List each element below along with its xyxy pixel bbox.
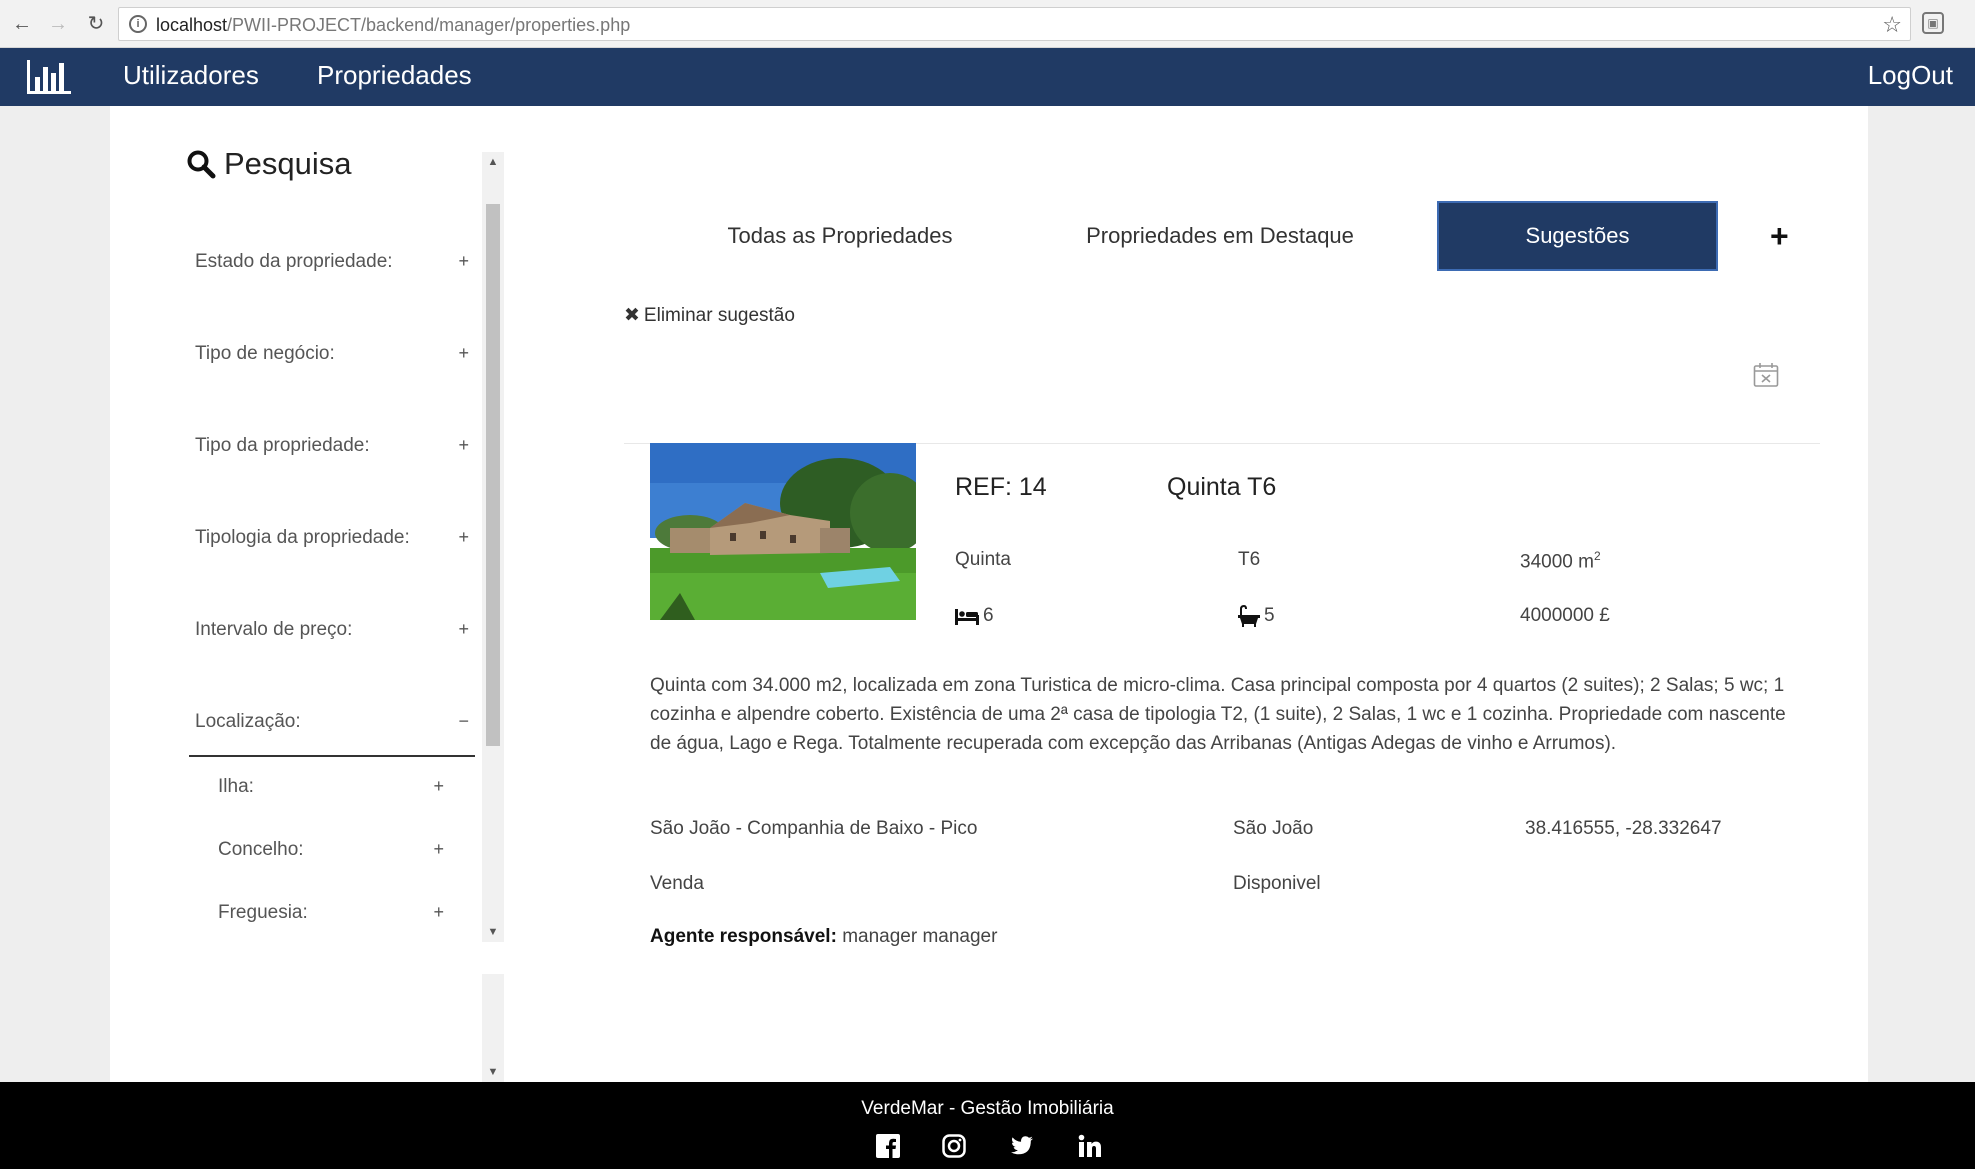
- delete-suggestion-label: Eliminar sugestão: [643, 305, 795, 326]
- property-address: São João - Companhia de Baixo - Pico: [650, 818, 978, 839]
- property-photo[interactable]: [650, 443, 916, 620]
- filter-location[interactable]: Localização: −: [189, 711, 475, 757]
- twitter-icon[interactable]: [1010, 1134, 1034, 1158]
- tab-suggestions[interactable]: Sugestões: [1437, 201, 1718, 271]
- footer: VerdeMar - Gestão Imobiliária: [0, 1082, 1975, 1169]
- filter-label: Tipo de negócio:: [195, 343, 335, 364]
- bookmark-star-icon[interactable]: ☆: [1882, 12, 1902, 38]
- property-ref: REF: 14: [955, 473, 1047, 501]
- area-unit-sup: 2: [1593, 549, 1601, 563]
- bathrooms-value: 5: [1264, 605, 1275, 627]
- subfilter-label: Concelho:: [218, 839, 304, 860]
- expand-icon[interactable]: +: [433, 776, 444, 797]
- main-navbar: Utilizadores Propriedades LogOut: [0, 48, 1975, 106]
- property-parish: São João: [1233, 818, 1314, 839]
- add-icon[interactable]: +: [1770, 218, 1789, 255]
- filter-label: Tipo da propriedade:: [195, 435, 370, 456]
- bed-icon: [955, 608, 979, 625]
- property-coordinates: 38.416555, -28.332647: [1525, 818, 1722, 839]
- search-title-text: Pesquisa: [224, 146, 352, 181]
- search-icon: [187, 150, 216, 179]
- search-heading: Pesquisa: [186, 146, 352, 182]
- linkedin-icon[interactable]: [1078, 1134, 1102, 1158]
- property-typology: T6: [1238, 549, 1261, 570]
- extension-icon[interactable]: ▣: [1922, 12, 1944, 34]
- property-description: Quinta com 34.000 m2, localizada em zona…: [650, 675, 1786, 754]
- bathrooms-count: 5: [1238, 604, 1275, 627]
- filter-property-type[interactable]: Tipo da propriedade: +: [195, 435, 475, 465]
- property-title: Quinta T6: [1167, 473, 1277, 501]
- facebook-icon[interactable]: [876, 1134, 900, 1158]
- scroll-up-icon[interactable]: ▲: [482, 156, 504, 168]
- bedrooms-value: 6: [983, 605, 994, 626]
- collapse-icon[interactable]: −: [458, 711, 469, 732]
- expand-icon[interactable]: +: [458, 343, 469, 364]
- agent-label: Agente responsável:: [650, 926, 837, 947]
- subfilter-parish[interactable]: Freguesia: +: [218, 902, 450, 924]
- filter-business-type[interactable]: Tipo de negócio: +: [195, 343, 475, 373]
- forward-icon[interactable]: →: [46, 12, 70, 36]
- logout-link[interactable]: LogOut: [1868, 60, 1953, 91]
- filter-label: Estado da propriedade:: [195, 251, 393, 272]
- area-value: 34000 m: [1520, 551, 1594, 573]
- expand-icon[interactable]: +: [458, 619, 469, 640]
- info-icon[interactable]: i: [129, 15, 147, 33]
- footer-text: VerdeMar - Gestão Imobiliária: [861, 1098, 1114, 1119]
- calendar-remove-icon[interactable]: [1753, 362, 1779, 388]
- back-icon[interactable]: ←: [10, 12, 34, 36]
- expand-icon[interactable]: +: [458, 527, 469, 548]
- scroll-down-icon[interactable]: ▼: [482, 1066, 504, 1078]
- reload-icon[interactable]: ↻: [84, 12, 108, 36]
- property-status: Disponivel: [1233, 873, 1321, 894]
- nav-properties[interactable]: Propriedades: [317, 60, 472, 91]
- delete-suggestion-link[interactable]: ✖ Eliminar sugestão: [624, 304, 795, 327]
- filter-label: Localização:: [195, 711, 301, 732]
- sidebar-scrollbar[interactable]: ▲ ▼: [482, 152, 504, 942]
- subfilter-island[interactable]: Ilha: +: [218, 776, 450, 798]
- address-bar[interactable]: i localhost/PWII-PROJECT/backend/manager…: [118, 7, 1911, 41]
- scrollbar-thumb[interactable]: [486, 204, 500, 746]
- tab-featured-properties[interactable]: Propriedades em Destaque: [1050, 201, 1390, 271]
- tab-all-properties[interactable]: Todas as Propriedades: [690, 201, 990, 271]
- expand-icon[interactable]: +: [458, 435, 469, 456]
- bar-chart-icon[interactable]: [26, 59, 72, 95]
- browser-toolbar: ← → ↻ i localhost/PWII-PROJECT/backend/m…: [0, 0, 1975, 48]
- close-icon: ✖: [624, 305, 640, 326]
- agent-name: manager manager: [842, 926, 998, 947]
- bathtub-icon: [1238, 604, 1260, 627]
- bedrooms-count: 6: [955, 605, 994, 627]
- main-panel: Pesquisa Estado da propriedade: + Tipo d…: [110, 106, 1868, 1082]
- url-text: localhost/PWII-PROJECT/backend/manager/p…: [156, 15, 631, 35]
- scroll-down-icon[interactable]: ▼: [482, 926, 504, 938]
- expand-icon[interactable]: +: [458, 251, 469, 272]
- property-area: 34000 m2: [1520, 549, 1601, 573]
- expand-icon[interactable]: +: [433, 902, 444, 923]
- expand-icon[interactable]: +: [433, 839, 444, 860]
- subfilter-label: Ilha:: [218, 776, 254, 797]
- subfilter-label: Freguesia:: [218, 902, 308, 923]
- filter-price-range[interactable]: Intervalo de preço: +: [195, 619, 475, 649]
- filter-label: Tipologia da propriedade:: [195, 527, 410, 548]
- filter-property-state[interactable]: Estado da propriedade: +: [195, 251, 475, 281]
- subfilter-municipality[interactable]: Concelho: +: [218, 839, 450, 861]
- property-deal-type: Venda: [650, 873, 704, 894]
- nav-users[interactable]: Utilizadores: [123, 60, 259, 91]
- property-price: 4000000 £: [1520, 605, 1610, 626]
- property-type: Quinta: [955, 549, 1011, 570]
- agent-info: Agente responsável: manager manager: [650, 926, 997, 948]
- page-scrollbar[interactable]: ▼: [482, 974, 504, 1082]
- filter-label: Intervalo de preço:: [195, 619, 353, 640]
- instagram-icon[interactable]: [942, 1134, 966, 1158]
- filter-typology[interactable]: Tipologia da propriedade: +: [195, 527, 475, 557]
